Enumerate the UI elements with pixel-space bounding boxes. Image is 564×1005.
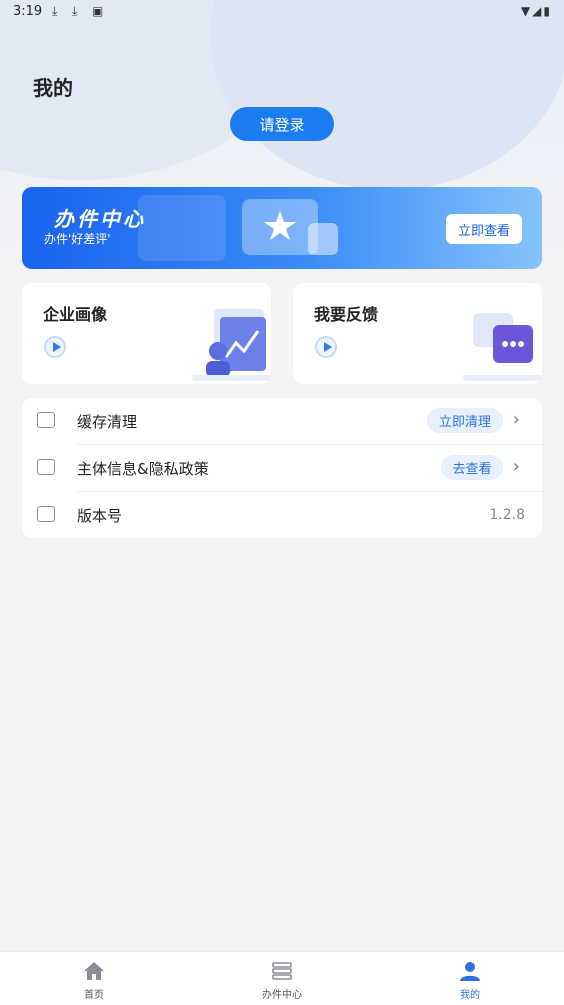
menu-item-cache-clear[interactable]: 缓存清理 立即清理 › bbox=[22, 398, 542, 444]
banner-subtitle: 办件'好差评' bbox=[44, 232, 111, 246]
chevron-right-icon: › bbox=[512, 409, 520, 430]
tab-label: 我的 bbox=[460, 990, 480, 1001]
download-icon: ⤓ bbox=[52, 4, 58, 18]
tab-label: 办件中心 bbox=[262, 990, 302, 1001]
list-icon bbox=[272, 962, 292, 980]
status-time: 3:19 bbox=[13, 4, 43, 19]
play-icon[interactable] bbox=[315, 336, 337, 358]
download-box-icon bbox=[37, 506, 55, 522]
chevron-right-icon: › bbox=[512, 456, 520, 477]
download-icon: ⤓ bbox=[72, 4, 78, 18]
app-notification-icon: ▣ bbox=[92, 4, 104, 18]
tab-work-center[interactable]: 办件中心 bbox=[188, 952, 376, 1005]
battery-icon: ▮ bbox=[543, 4, 552, 18]
work-center-banner[interactable]: 办件中心 办件'好差评' 立即查看 bbox=[22, 187, 542, 269]
menu-item-label: 版本号 bbox=[77, 507, 123, 525]
card-title: 企业画像 bbox=[43, 305, 108, 324]
menu-item-version: 版本号 1.2.8 bbox=[22, 492, 542, 538]
clear-now-button[interactable]: 立即清理 bbox=[427, 408, 503, 433]
id-card-icon bbox=[37, 459, 55, 475]
menu-item-privacy-policy[interactable]: 主体信息&隐私政策 去查看 › bbox=[22, 445, 542, 491]
home-icon bbox=[84, 962, 104, 980]
feedback-card[interactable]: 我要反馈 bbox=[293, 283, 542, 384]
bottom-tab-bar: 首页 办件中心 我的 bbox=[0, 951, 564, 1005]
tab-label: 首页 bbox=[84, 990, 104, 1001]
status-bar: 3:19 ⤓ ⤓ ▣ ▼◢▮ bbox=[0, 0, 564, 24]
wifi-icon: ▼ bbox=[520, 4, 533, 18]
tab-mine[interactable]: 我的 bbox=[376, 952, 564, 1005]
menu-item-label: 缓存清理 bbox=[77, 413, 138, 431]
page-title: 我的 bbox=[33, 76, 73, 100]
play-icon[interactable] bbox=[44, 336, 66, 358]
enterprise-profile-card[interactable]: 企业画像 bbox=[22, 283, 271, 384]
card-title: 我要反馈 bbox=[314, 305, 379, 324]
login-button[interactable]: 请登录 bbox=[230, 107, 334, 141]
thumbs-up-icon bbox=[308, 223, 338, 255]
view-now-button[interactable]: 立即查看 bbox=[446, 214, 522, 244]
tab-home[interactable]: 首页 bbox=[0, 952, 188, 1005]
version-value: 1.2.8 bbox=[489, 507, 525, 523]
settings-menu: 缓存清理 立即清理 › 主体信息&隐私政策 去查看 › 版本号 1.2.8 bbox=[22, 398, 542, 538]
signal-icon: ◢ bbox=[532, 4, 544, 18]
chat-bubble-illustration-icon bbox=[463, 291, 542, 384]
enterprise-chart-illustration-icon bbox=[192, 291, 271, 384]
status-icons: ▼◢▮ bbox=[521, 4, 552, 18]
banner-title: 办件中心 bbox=[54, 207, 146, 231]
decor-circle bbox=[210, 0, 564, 190]
menu-item-label: 主体信息&隐私政策 bbox=[77, 460, 209, 478]
banner-decor-bubble bbox=[138, 195, 226, 261]
star-bubble-icon bbox=[242, 199, 318, 255]
basket-icon bbox=[37, 412, 55, 428]
view-button[interactable]: 去查看 bbox=[441, 455, 503, 480]
user-icon bbox=[460, 962, 480, 981]
